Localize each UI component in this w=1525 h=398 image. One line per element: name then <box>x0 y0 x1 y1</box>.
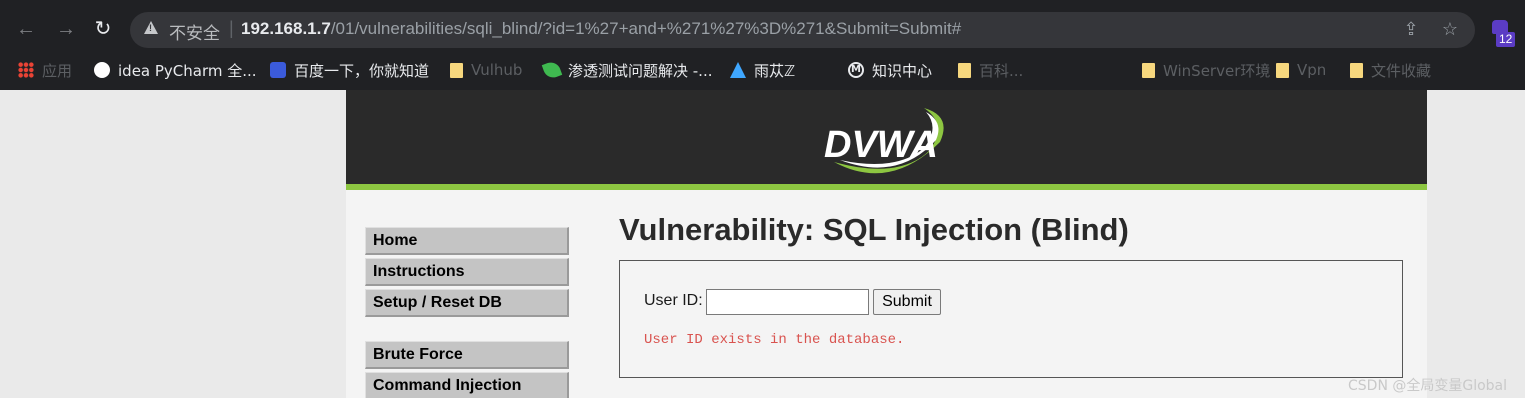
extension-icon[interactable]: 12 <box>1488 18 1516 47</box>
bookmark-label: Vulhub <box>471 61 523 79</box>
baidu-icon <box>270 62 286 78</box>
url-text[interactable]: 192.168.1.7/01/vulnerabilities/sqli_blin… <box>241 19 961 39</box>
bookmark-pycharm[interactable]: idea PyCharm 全... <box>94 56 257 84</box>
user-id-input[interactable] <box>706 289 869 315</box>
bookmark-label: 应用 <box>42 61 73 80</box>
reload-icon[interactable]: ↻ <box>92 18 114 40</box>
m-icon: M <box>848 62 864 78</box>
bookmark-yucong[interactable]: 雨苁ℤ <box>730 56 795 84</box>
browser-toolbar: ← → ↻ 不安全 | 192.168.1.7/01/vulnerabiliti… <box>0 0 1525 56</box>
bookmark-label: Vpn <box>1297 61 1327 79</box>
bookmark-folder-files[interactable]: 文件收藏 <box>1350 56 1431 84</box>
bookmark-label: 百科... <box>979 61 1024 80</box>
url-path: /01/vulnerabilities/sqli_blind/?id=1%27+… <box>330 19 962 38</box>
folder-icon <box>450 62 463 78</box>
dvwa-container: DVWA Home Instructions Setup / Reset DB … <box>346 90 1427 398</box>
bookmark-baidu[interactable]: 百度一下，你就知道 <box>270 56 429 84</box>
folder-icon <box>1350 62 1363 78</box>
bookmark-folder-baike[interactable]: 百科... <box>958 56 1023 84</box>
bookmark-knowledge[interactable]: M 知识中心 <box>848 56 932 84</box>
extension-badge: 12 <box>1496 32 1516 47</box>
bookmark-vulhub[interactable]: Vulhub <box>450 56 522 84</box>
submit-button[interactable]: Submit <box>873 289 941 315</box>
folder-icon <box>1142 62 1155 78</box>
page-title: Vulnerability: SQL Injection (Blind) <box>619 212 1129 247</box>
user-id-label: User ID: <box>644 292 703 309</box>
bookmarks-bar: 应用 idea PyCharm 全... 百度一下，你就知道 Vulhub 渗透… <box>0 56 1525 90</box>
menu-item-brute-force[interactable]: Brute Force <box>365 341 569 369</box>
menu-item-command-injection[interactable]: Command Injection <box>365 372 569 398</box>
leaf-icon <box>541 59 563 81</box>
bookmark-apps[interactable]: 应用 <box>18 56 72 84</box>
not-secure-label[interactable]: 不安全 <box>169 19 220 44</box>
bookmark-label: idea PyCharm 全... <box>118 61 257 80</box>
back-arrow-icon[interactable]: ← <box>15 18 37 40</box>
share-icon[interactable]: ⇪ <box>1400 18 1422 40</box>
star-icon[interactable]: ☆ <box>1439 18 1461 40</box>
triangle-icon <box>730 62 746 78</box>
bookmark-folder-vpn[interactable]: Vpn <box>1276 56 1326 84</box>
bookmark-folder-winserver[interactable]: WinServer环境 <box>1142 56 1270 84</box>
folder-icon <box>1276 62 1289 78</box>
logo-text: DVWA <box>824 124 938 166</box>
warning-icon[interactable] <box>144 21 158 34</box>
url-host: 192.168.1.7 <box>241 19 331 38</box>
folder-icon <box>958 62 971 78</box>
bookmark-label: WinServer环境 <box>1163 61 1271 80</box>
result-message: User ID exists in the database. <box>644 332 905 348</box>
menu-item-setup[interactable]: Setup / Reset DB <box>365 289 569 317</box>
apps-icon <box>18 62 34 78</box>
bookmark-label: 百度一下，你就知道 <box>294 61 430 80</box>
form-panel: User ID: Submit User ID exists in the da… <box>619 260 1403 378</box>
bookmark-pentest[interactable]: 渗透测试问题解决 -... <box>541 56 713 84</box>
bookmark-label: 渗透测试问题解决 -... <box>568 61 713 80</box>
watermark: CSDN @全局变量Global <box>1348 378 1508 394</box>
menu-item-instructions[interactable]: Instructions <box>365 258 569 286</box>
bookmark-label: 知识中心 <box>872 61 933 80</box>
url-separator: | <box>229 18 234 38</box>
globe-icon <box>94 62 110 78</box>
forward-arrow-icon[interactable]: → <box>55 18 77 40</box>
dvwa-logo: DVWA <box>820 102 952 178</box>
bookmark-label: 雨苁ℤ <box>754 61 796 80</box>
dvwa-header: DVWA <box>346 90 1427 190</box>
bookmark-label: 文件收藏 <box>1371 61 1432 80</box>
menu-item-home[interactable]: Home <box>365 227 569 255</box>
